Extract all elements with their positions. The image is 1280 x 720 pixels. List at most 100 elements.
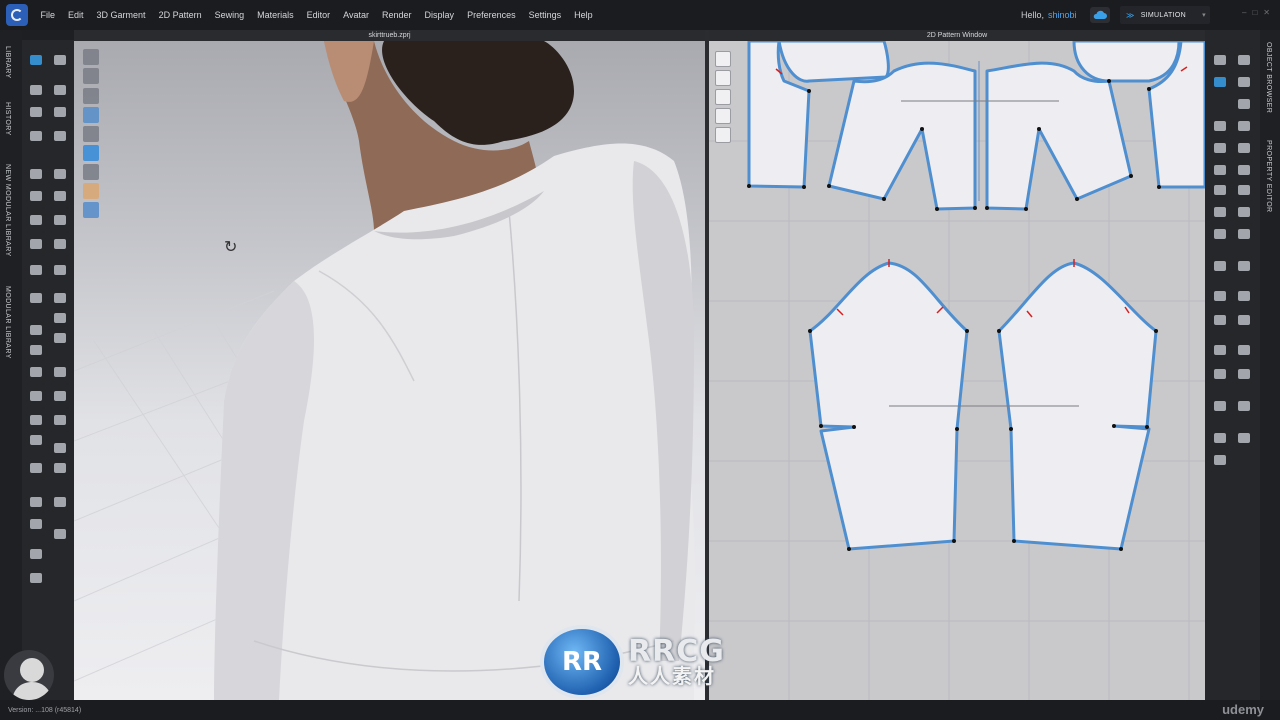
- trace-icon[interactable]: [1235, 162, 1253, 178]
- barcode-icon[interactable]: [1211, 398, 1229, 414]
- sphere-tool-icon[interactable]: [51, 310, 69, 326]
- menu-display[interactable]: Display: [418, 10, 461, 20]
- clone-icon[interactable]: [1211, 430, 1229, 446]
- puckering-tool-icon[interactable]: [51, 236, 69, 252]
- mesh-2d-icon[interactable]: [1235, 258, 1253, 274]
- edit-texture-icon[interactable]: [1211, 226, 1229, 242]
- texture-display-icon[interactable]: [83, 88, 99, 104]
- needle-tool-icon[interactable]: [27, 516, 45, 532]
- texture-tool-icon[interactable]: [27, 322, 45, 338]
- hanger-tool-icon[interactable]: [27, 546, 45, 562]
- menu-edit[interactable]: Edit: [62, 10, 91, 20]
- ruler-tool-icon[interactable]: [27, 262, 45, 278]
- menu-avatar[interactable]: Avatar: [337, 10, 376, 20]
- 2d-pattern-viewport[interactable]: [709, 41, 1205, 700]
- buttonhole-tool-icon[interactable]: [51, 212, 69, 228]
- tack-tool-icon[interactable]: [27, 166, 45, 182]
- trim-tool-icon[interactable]: [27, 494, 45, 510]
- sleeve-tool-icon[interactable]: [27, 388, 45, 404]
- globe-tool-icon[interactable]: [51, 330, 69, 346]
- pattern-layer-icon[interactable]: [715, 108, 731, 124]
- simulation-mode-dropdown[interactable]: ≫ SIMULATION ▾: [1120, 6, 1210, 24]
- shirt-tool-icon[interactable]: [27, 342, 45, 358]
- trim-2d-icon[interactable]: [1211, 258, 1229, 274]
- person-tool-icon[interactable]: [27, 460, 45, 476]
- dart-icon[interactable]: [1211, 162, 1229, 178]
- maximize-icon[interactable]: □: [1252, 8, 1257, 17]
- internal-polygon-icon[interactable]: [1235, 140, 1253, 156]
- zipper-tool-icon[interactable]: [27, 236, 45, 252]
- polygon-icon[interactable]: [1211, 118, 1229, 134]
- pin-tool-icon[interactable]: [51, 82, 69, 98]
- box-tool-icon[interactable]: [51, 412, 69, 428]
- menu-file[interactable]: File: [34, 10, 62, 20]
- menu-render[interactable]: Render: [376, 10, 419, 20]
- symmetry-icon[interactable]: [1235, 398, 1253, 414]
- select-move-tool-icon[interactable]: [27, 52, 45, 68]
- width-icon[interactable]: [1235, 312, 1253, 328]
- transform-pattern-icon[interactable]: [1211, 52, 1229, 68]
- segment-sewing-icon[interactable]: [1211, 182, 1229, 198]
- measure-tool-icon[interactable]: [51, 128, 69, 144]
- garment-tool-icon[interactable]: [27, 128, 45, 144]
- brush-tool-icon[interactable]: [27, 104, 45, 120]
- panel-tool-icon[interactable]: [51, 440, 69, 456]
- tab-property-editor[interactable]: PROPERTY EDITOR: [1265, 140, 1272, 213]
- rectangle-icon[interactable]: [1235, 118, 1253, 134]
- mesh-display-icon[interactable]: [83, 107, 99, 123]
- pattern-piece-upper-left[interactable]: [777, 41, 890, 83]
- menu-sewing[interactable]: Sewing: [208, 10, 251, 20]
- pattern-piece-upper-right[interactable]: [1072, 41, 1181, 83]
- fold-tool-icon[interactable]: [27, 82, 45, 98]
- pattern-grain-icon[interactable]: [715, 70, 731, 86]
- layout-icon[interactable]: [1235, 430, 1253, 446]
- texture-2d-icon[interactable]: [715, 89, 731, 105]
- shader-display-icon[interactable]: [83, 164, 99, 180]
- tack-edit-icon[interactable]: [51, 166, 69, 182]
- measure-2d-icon[interactable]: [1235, 288, 1253, 304]
- tee-tool-icon[interactable]: [27, 570, 45, 586]
- tab-object-browser[interactable]: OBJECT BROWSER: [1265, 42, 1272, 113]
- menu-preferences[interactable]: Preferences: [461, 10, 523, 20]
- edit-curvature-icon[interactable]: [1211, 74, 1229, 90]
- edit-sewing-icon[interactable]: [51, 104, 69, 120]
- tab-modular-library[interactable]: MODULAR LIBRARY: [4, 286, 11, 359]
- transform-graphic-icon[interactable]: [51, 290, 69, 306]
- length-icon[interactable]: [1211, 312, 1229, 328]
- avatar-pose-tool-icon[interactable]: [51, 52, 69, 68]
- garment-display-icon[interactable]: [83, 68, 99, 84]
- menu-materials[interactable]: Materials: [251, 10, 301, 20]
- fold-arrangement-icon[interactable]: [1235, 226, 1253, 242]
- close-icon[interactable]: ✕: [1263, 8, 1270, 17]
- avatar-display-icon[interactable]: [83, 49, 99, 65]
- minimize-icon[interactable]: –: [1242, 8, 1246, 17]
- check-sewing-icon[interactable]: [1235, 204, 1253, 220]
- square-tool-icon[interactable]: [51, 460, 69, 476]
- stitch-display-icon[interactable]: [83, 126, 99, 142]
- menu-settings[interactable]: Settings: [522, 10, 568, 20]
- environment-display-icon[interactable]: [83, 202, 99, 218]
- avatar-skin-icon[interactable]: [83, 183, 99, 199]
- text-style-icon[interactable]: [1235, 366, 1253, 382]
- add-point-icon[interactable]: [1235, 74, 1253, 90]
- tab-library[interactable]: LIBRARY: [4, 46, 11, 79]
- pin-2d-icon[interactable]: [1211, 452, 1229, 468]
- edit-pattern-icon[interactable]: [1235, 52, 1253, 68]
- curve-point-icon[interactable]: [1235, 96, 1253, 112]
- tab-history[interactable]: HISTORY: [4, 102, 11, 136]
- cloud-sync-button[interactable]: [1090, 7, 1110, 23]
- text-tool-icon[interactable]: [1211, 342, 1229, 358]
- menu-editor[interactable]: Editor: [300, 10, 337, 20]
- seam-allowance-icon[interactable]: [1211, 204, 1229, 220]
- style-line-icon[interactable]: [27, 188, 45, 204]
- strap-tool-icon[interactable]: [27, 412, 45, 428]
- username-link[interactable]: shinobi: [1048, 10, 1077, 20]
- jacket-tool-icon[interactable]: [27, 364, 45, 380]
- stitch-tool-icon[interactable]: [51, 526, 69, 542]
- menu-2d-pattern[interactable]: 2D Pattern: [152, 10, 208, 20]
- tape-tool-icon[interactable]: [51, 262, 69, 278]
- free-sewing-icon[interactable]: [1235, 182, 1253, 198]
- graphic-tool-icon[interactable]: [27, 290, 45, 306]
- circle-pattern-icon[interactable]: [1211, 140, 1229, 156]
- flat-tool-icon[interactable]: [51, 494, 69, 510]
